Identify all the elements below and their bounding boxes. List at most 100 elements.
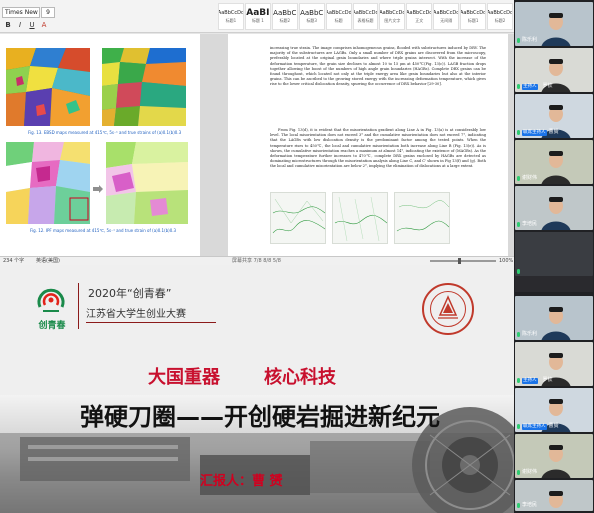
participant-video-tile[interactable]: 主持人 罗钦 [515, 342, 593, 386]
style-item[interactable]: AaBbC 标题3 [298, 3, 325, 30]
participant-name-label: 谢财伟 [517, 175, 537, 182]
participant-video-tile[interactable]: 李培民 [515, 480, 593, 511]
participant-name: 谢财伟 [522, 469, 538, 475]
style-item[interactable]: AaBbC 标题2 [271, 3, 298, 30]
style-name: 表格标题 [357, 18, 374, 23]
ebsd-map-a [6, 48, 90, 126]
style-name: 无间隔 [440, 18, 453, 23]
participant-name-label: 陈乐利 [517, 37, 537, 44]
paragraph-1: increasing true strain. The image compri… [270, 46, 486, 87]
style-item[interactable]: AaBbCcDd 表格标题 [352, 3, 379, 30]
university-seal [422, 283, 474, 335]
style-sample: AaBbCcDd [460, 10, 487, 16]
arrow-right-icon [93, 178, 103, 193]
reporter-name: 汇报人：曹 赟 [200, 474, 283, 489]
style-name: 标题1 [467, 18, 479, 23]
zoom-level[interactable]: 100% [499, 257, 513, 265]
participant-name-label: 主持人 罗钦 [517, 377, 553, 384]
microphone-icon [517, 503, 520, 508]
zoom-slider[interactable] [430, 260, 496, 262]
style-item[interactable]: AaBI 标题 1 [244, 3, 271, 30]
word-window: Times New R 9 B I U A AaBbCcDd 标题1 AaBI标题 … [0, 0, 514, 265]
participant-name: 李培民 [522, 221, 538, 227]
participant-name: 谢财伟 [522, 175, 538, 181]
microphone-icon [517, 378, 520, 383]
participant-video-tile[interactable]: 联席主持人 曹赟 [515, 94, 593, 138]
participant-video-tile[interactable]: 联席主持人 曹赟 [515, 388, 593, 432]
style-item[interactable]: AaBbCcDd 标题1 [460, 3, 487, 30]
participant-video-tile[interactable]: 陈乐利 [515, 296, 593, 340]
style-sample: AaBbCcDd [352, 10, 379, 16]
participant-video-tile[interactable]: 主持人 罗钦 [515, 48, 593, 92]
logo-text: 创青春 [38, 321, 66, 331]
microphone-icon [517, 269, 520, 274]
participant-name-label: 联席主持人 曹赟 [517, 129, 559, 136]
cohost-badge: 联席主持人 [522, 423, 547, 430]
style-sample: AaBbCcDd [433, 10, 460, 16]
microphone-icon [517, 470, 520, 475]
participant-name-label: 李培民 [517, 502, 537, 509]
style-item[interactable]: AaBbCcDd 标题1 [218, 3, 244, 30]
bold-button[interactable]: B [3, 20, 13, 30]
style-item[interactable]: AaBbCcDd 图片文字 [379, 3, 406, 30]
participant-secondary-name: 罗钦 [542, 83, 553, 89]
italic-button[interactable]: I [15, 20, 25, 30]
ribbon: Times New R 9 B I U A AaBbCcDd 标题1 AaBI标题 … [0, 0, 514, 33]
font-name-select[interactable]: Times New R [2, 7, 40, 18]
slogan-right: 核心科技 [264, 367, 336, 388]
language-indicator[interactable]: 英语(美国) [36, 257, 60, 265]
zoom-slider-handle[interactable] [458, 258, 461, 264]
style-sample: AaBbCcDd [379, 10, 406, 16]
microphone-icon [517, 130, 520, 135]
style-sample: AaBbCcDd [487, 10, 513, 16]
participant-video-tile[interactable] [515, 232, 593, 276]
style-name: 标题 1 [251, 18, 264, 23]
host-badge: 主持人 [522, 377, 538, 384]
participant-video-tile[interactable]: 陈乐利 [515, 2, 593, 46]
style-sample: AaBbCcDd [218, 10, 244, 16]
participant-name: 曹赟 [548, 423, 559, 429]
misorientation-plot-a [270, 192, 326, 244]
participant-name-label: 谢财伟 [517, 469, 537, 476]
style-item[interactable]: AaBbCcDd 标题 [325, 3, 352, 30]
microphone-icon [517, 84, 520, 89]
participant-video-tile[interactable]: 谢财伟 [515, 434, 593, 478]
microphone-icon [517, 176, 520, 181]
style-sample: AaBbC [273, 9, 297, 17]
style-sample: AaBbCcDd [406, 10, 433, 16]
participant-video [541, 488, 571, 511]
microphone-icon [517, 424, 520, 429]
status-bar: 234 个字 英语(美国) 屏幕共享 7/8 8/8 5/8 100% [0, 256, 514, 265]
microphone-icon [517, 332, 520, 337]
chuangqingchun-logo [34, 283, 68, 317]
style-item[interactable]: AaBbCcDd 无间隔 [433, 3, 460, 30]
ipf-map-a [6, 142, 90, 224]
participant-video-tile[interactable]: 谢财伟 [515, 140, 593, 184]
document-area[interactable]: Fig. 13. EBSD maps measured at 415℃, 5s⁻… [0, 34, 514, 256]
word-count[interactable]: 234 个字 [3, 257, 24, 265]
participant-name: 曹赟 [548, 129, 559, 135]
participant-name: 陈乐利 [522, 37, 538, 43]
participant-video [541, 304, 571, 340]
presentation-slide: 创青春 2020年“创青春” 江苏省大学生创业大赛 大国重器 核心科技 弹硬刀圈… [0, 265, 514, 513]
participant-sidebar: 陈乐利 主持人 罗钦 联席主持人 曹赟 谢财伟 李培民 陈乐利 主持人 罗钦 联席主持人 曹赟 谢财伟李… [514, 0, 594, 513]
font-size-select[interactable]: 9 [41, 7, 55, 18]
style-item[interactable]: AaBbCcDd 标题2 [487, 3, 513, 30]
style-gallery: AaBbCcDd 标题1 AaBI 标题 1 AaBbC 标题2 AaBbC 标题3 AaBbC… [218, 3, 514, 32]
title-divider [78, 283, 79, 329]
style-name: 标题1 [225, 18, 237, 23]
underline-button[interactable]: U [27, 20, 37, 30]
style-name: 正文 [415, 18, 424, 23]
contest-underline [86, 322, 216, 323]
figure-caption-13: Fig. 13. EBSD maps measured at 415℃, 5s⁻… [28, 130, 182, 135]
style-name: 标题3 [306, 18, 317, 23]
microphone-icon [517, 38, 520, 43]
participant-video-tile[interactable]: 李培民 [515, 186, 593, 230]
participant-name-label: 陈乐利 [517, 331, 537, 338]
font-color-button[interactable]: A [39, 20, 49, 30]
participant-video [541, 10, 571, 46]
style-item[interactable]: AaBbCcDd 正文 [406, 3, 433, 30]
slide-title: 弹硬刀圈——开创硬岩掘进新纪元 [80, 403, 440, 431]
participant-name: 李培民 [522, 502, 538, 508]
screen: Times New R 9 B I U A AaBbCcDd 标题1 AaBI标题 … [0, 0, 594, 513]
